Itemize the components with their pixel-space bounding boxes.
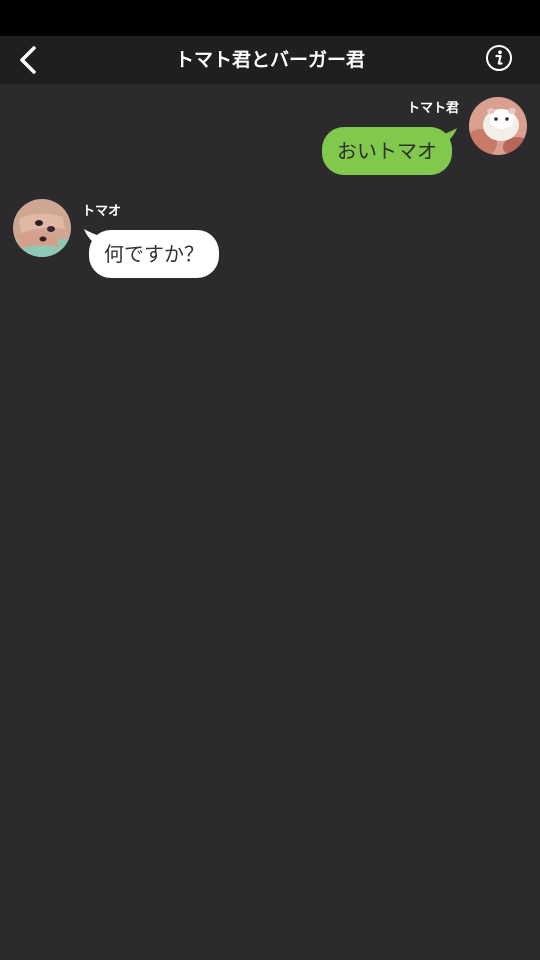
nav-bar: トマト君とバーガー君 <box>0 36 540 84</box>
message-bubble[interactable]: 何ですか？ <box>89 230 219 278</box>
chat-area: トマト君 おいトマオ トマオ 何ですか？ <box>0 84 540 960</box>
chevron-left-icon <box>20 46 36 74</box>
info-icon <box>486 45 512 71</box>
sender-name: トマト君 <box>406 101 459 116</box>
sender-name: トマオ <box>82 204 122 219</box>
message-bubble[interactable]: おいトマオ <box>322 127 452 175</box>
hamster-avatar-icon <box>469 97 527 155</box>
avatar[interactable] <box>469 97 527 155</box>
chat-title: トマト君とバーガー君 <box>174 49 365 71</box>
info-button[interactable] <box>484 43 514 73</box>
hand-photo-avatar-icon <box>13 199 71 257</box>
status-bar <box>0 0 540 36</box>
avatar[interactable] <box>13 199 71 257</box>
back-button[interactable] <box>10 40 46 80</box>
bubble-tail <box>444 128 457 142</box>
